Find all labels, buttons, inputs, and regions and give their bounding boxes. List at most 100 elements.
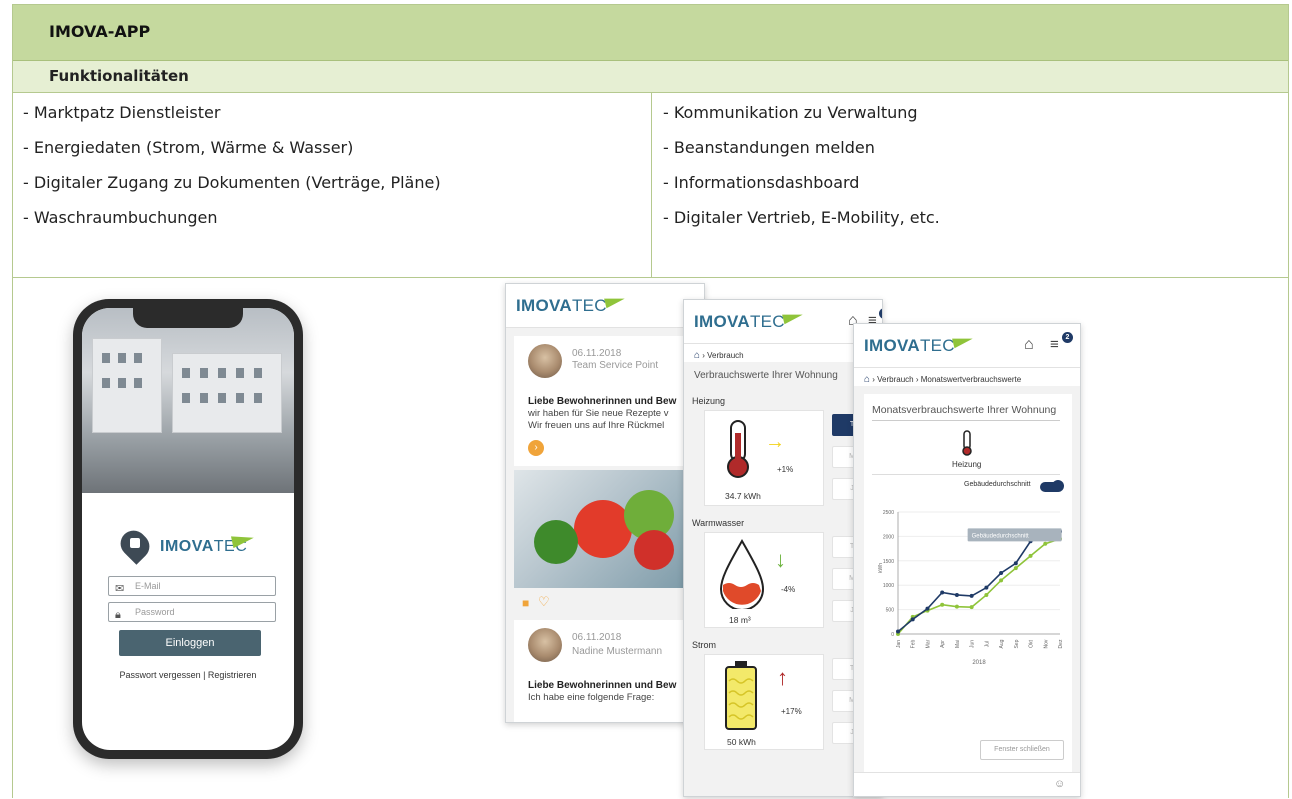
electricity-card[interactable]: ↑ +17% 50 kWh	[704, 654, 824, 750]
data-point	[1013, 561, 1018, 566]
home-icon: ⌂	[694, 350, 701, 361]
user-icon[interactable]: ☺	[1054, 778, 1065, 790]
trend-arrow-icon: →	[765, 431, 785, 453]
avatar	[528, 628, 562, 662]
data-point	[940, 602, 945, 607]
notification-badge: 2	[1062, 332, 1073, 343]
x-tick-label: Jul	[984, 641, 990, 647]
consumption-title: Verbrauchswerte Ihrer Wohnung	[694, 370, 838, 381]
y-tick-label: 1500	[883, 559, 894, 565]
feed-header: IMOVATEC ⌂	[506, 284, 704, 328]
data-point	[984, 592, 989, 597]
water-drop-icon	[719, 539, 765, 609]
menu-icon[interactable]: ≡	[1050, 336, 1059, 353]
series-line	[897, 538, 1061, 635]
y-tick-label: 500	[886, 608, 895, 614]
consumption-chart: 0 500 1000 1500 2000 2500 kWh Jan Feb Mar Apr Mai Ju…	[878, 510, 1064, 666]
data-point	[940, 590, 945, 595]
trend-arrow-icon: ↑	[777, 665, 788, 690]
y-tick-label: 0	[891, 632, 894, 638]
comment-icon[interactable]: ■	[522, 596, 529, 610]
feature-item: - Digitaler Vertrieb, E-Mobility, etc.	[663, 208, 940, 227]
data-point	[999, 571, 1004, 575]
x-tick-label: Okt	[1029, 640, 1035, 648]
data-point	[910, 617, 915, 622]
battery-icon	[725, 661, 757, 730]
vegetable-photo	[514, 470, 694, 588]
y-axis-label: kWh	[878, 563, 884, 573]
home-icon[interactable]: ⌂	[1024, 336, 1034, 354]
data-point	[954, 604, 959, 609]
data-point	[1028, 553, 1033, 558]
y-tick-label: 1000	[883, 583, 894, 589]
post-date: 06.11.2018	[572, 632, 622, 643]
feature-item: - Informationsdashboard	[663, 173, 860, 192]
post-text: wir haben für Sie neue Rezepte v	[528, 408, 669, 419]
average-toggle[interactable]	[1040, 480, 1064, 492]
consumption-value: 34.7 kWh	[725, 491, 761, 501]
change-percent: +17%	[781, 707, 802, 716]
y-tick-label: 2500	[883, 510, 894, 516]
building-photo	[82, 308, 294, 493]
post-card[interactable]: 06.11.2018 Nadine Mustermann Liebe Bewoh…	[514, 620, 694, 722]
x-tick-label: Feb	[911, 639, 917, 648]
toggle-label: Gebäudedurchschnitt	[964, 481, 1031, 488]
x-tick-label: Mai	[955, 640, 961, 648]
post-text: Ich habe eine folgende Frage:	[528, 692, 655, 703]
notification-badge: 3	[879, 308, 882, 319]
x-tick-label: Dez	[1058, 639, 1064, 648]
data-point	[896, 629, 900, 634]
post-card[interactable]: 06.11.2018 Team Service Point Liebe Bewo…	[514, 336, 694, 466]
home-icon: ⌂	[864, 374, 871, 385]
brand-logo: IMOVATEC	[516, 293, 626, 316]
x-tick-label: Sep	[1014, 639, 1020, 648]
post-author: Nadine Mustermann	[572, 646, 663, 657]
email-field[interactable]: ✉ E-Mail	[108, 576, 276, 596]
change-percent: +1%	[777, 465, 794, 474]
section-header: Funktionalitäten	[13, 61, 1288, 93]
data-point	[1013, 566, 1018, 571]
mail-icon: ✉	[115, 583, 125, 595]
data-point	[925, 606, 930, 611]
thermometer-icon	[962, 430, 972, 456]
trend-arrow-icon: ↓	[775, 547, 786, 572]
x-tick-label: Aug	[999, 639, 1005, 648]
features-right-column: - Kommunikation zu Verwaltung - Beanstan…	[663, 103, 1263, 243]
x-tick-label: Nov	[1043, 639, 1049, 648]
login-button[interactable]: Einloggen	[119, 630, 261, 656]
page-title: IMOVA-APP	[49, 22, 151, 41]
feature-item: - Marktpatz Dienstleister	[23, 103, 221, 122]
phone-logo: IMOVATEC	[82, 525, 294, 566]
data-point	[969, 593, 974, 598]
feature-item: - Energiedaten (Strom, Wärme & Wasser)	[23, 138, 354, 157]
column-divider	[651, 93, 652, 278]
tooltip-label: Gebäudedurchschnitt	[972, 533, 1029, 539]
consumption-value: 50 kWh	[727, 737, 756, 747]
category-label: Heizung	[952, 460, 982, 469]
features-table: IMOVA-APP Funktionalitäten - Marktpatz D…	[12, 4, 1289, 798]
brand-logo: IMOVATEC	[694, 309, 804, 332]
x-tick-label: Jan	[896, 640, 902, 648]
phone-mockup: IMOVATEC ✉ E-Mail 🔒︎ Password Einloggen …	[73, 299, 303, 759]
phone-screen: IMOVATEC ✉ E-Mail 🔒︎ Password Einloggen …	[82, 308, 294, 750]
monthly-screen: IMOVATEC ⌂ ≡ 2 ⌂ › Verbrauch › Monatswer…	[853, 323, 1081, 797]
features-area: - Marktpatz Dienstleister - Energiedaten…	[13, 93, 1288, 278]
post-title: Liebe Bewohnerinnen und Bew	[528, 396, 677, 407]
features-left-column: - Marktpatz Dienstleister - Energiedaten…	[23, 103, 643, 243]
data-point	[954, 592, 959, 597]
data-point	[999, 578, 1004, 583]
breadcrumb: ⌂ › Verbrauch	[694, 350, 744, 361]
lock-icon: 🔒︎	[115, 609, 121, 621]
post-author: Team Service Point	[572, 360, 659, 371]
category-label: Warmwasser	[692, 518, 745, 528]
brand-logo: IMOVATEC	[864, 333, 974, 356]
account-links[interactable]: Passwort vergessen | Registrieren	[82, 670, 294, 680]
post-text: Wir freuen uns auf Ihre Rückmel	[528, 420, 665, 431]
heart-icon[interactable]: ♡	[538, 594, 550, 610]
hot-water-card[interactable]: ↓ -4% 18 m³	[704, 532, 824, 628]
read-more-icon[interactable]: ›	[528, 440, 544, 456]
category-label: Strom	[692, 640, 717, 650]
close-window-button[interactable]: Fenster schließen	[980, 740, 1064, 760]
heating-card[interactable]: → +1% 34.7 kWh	[704, 410, 824, 506]
password-field[interactable]: 🔒︎ Password	[108, 602, 276, 622]
